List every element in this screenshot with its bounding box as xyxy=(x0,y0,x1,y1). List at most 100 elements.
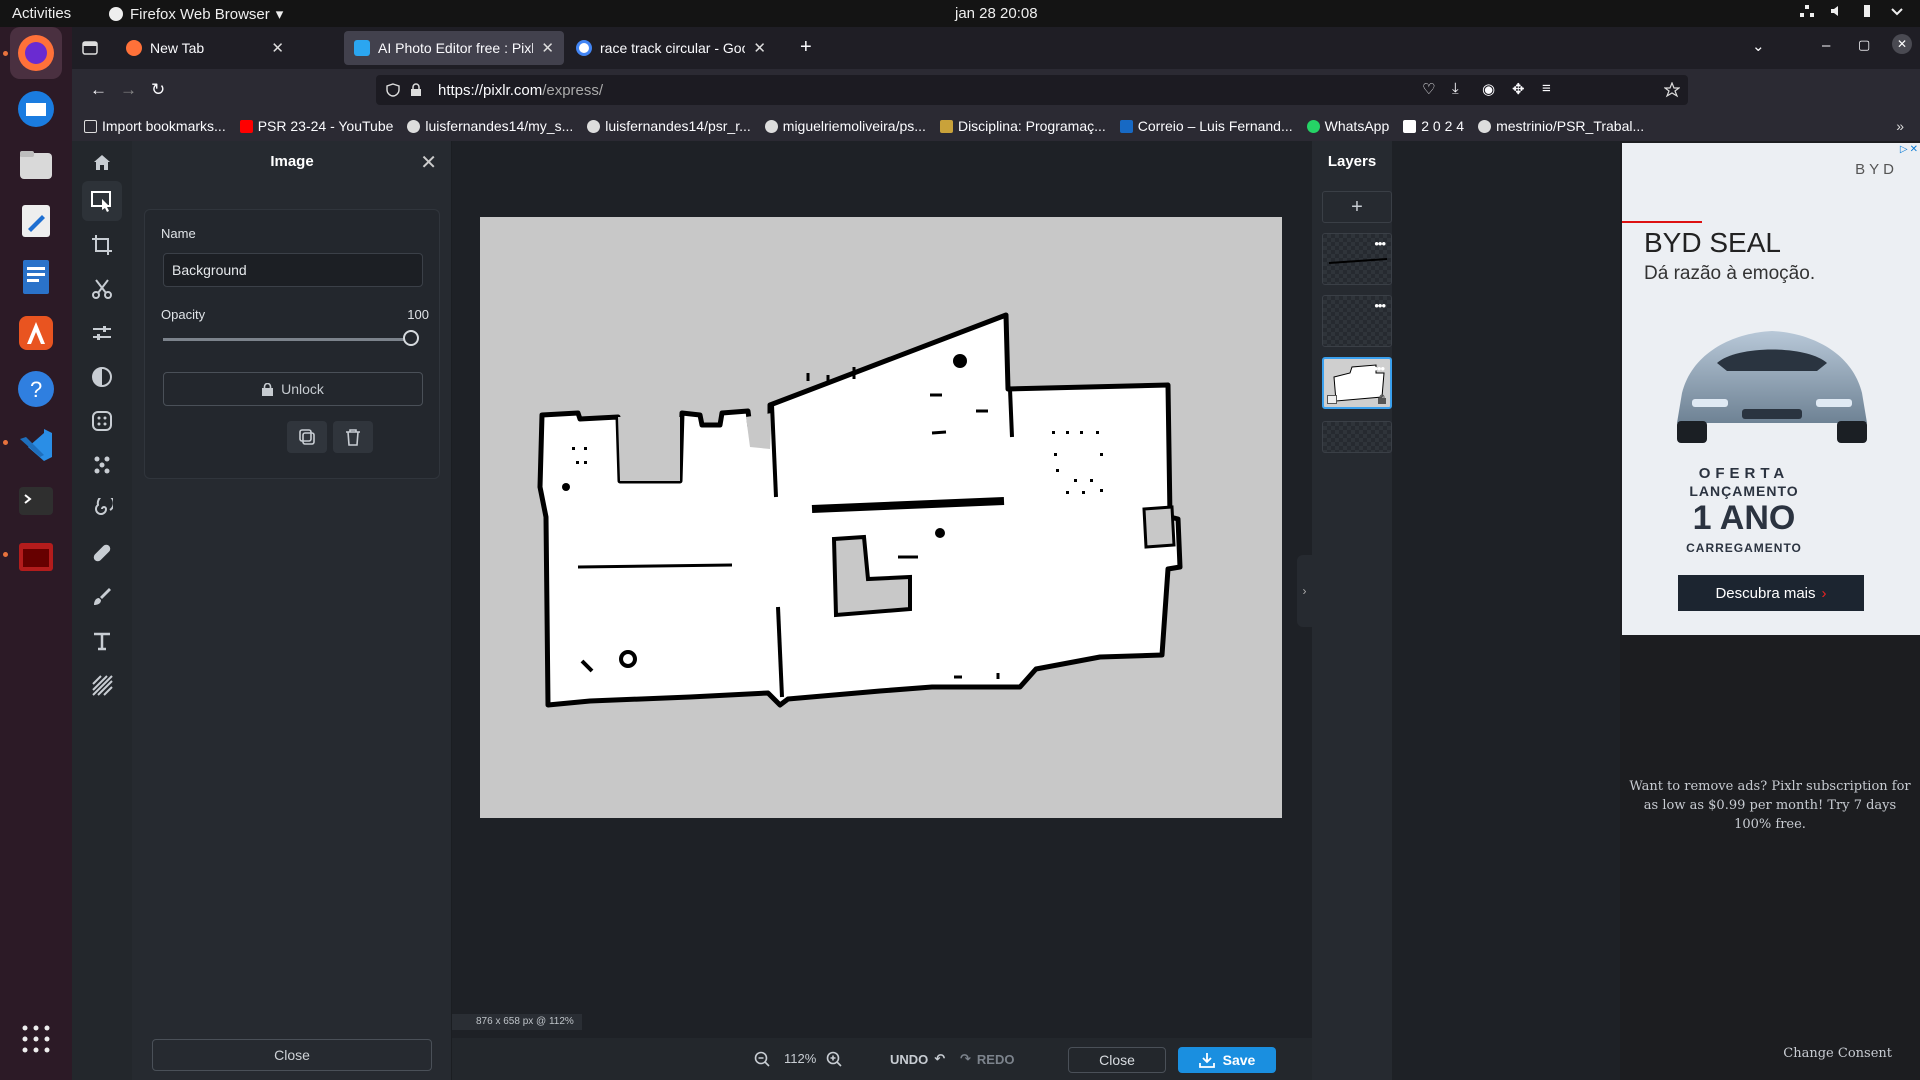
close-button[interactable]: Close xyxy=(1068,1047,1166,1073)
layer-thumbnail[interactable]: ••• xyxy=(1322,295,1392,347)
rviz-dock-icon[interactable] xyxy=(10,531,62,583)
maximize-button[interactable]: ▢ xyxy=(1858,37,1870,53)
more-options-icon[interactable]: ••• xyxy=(1373,361,1385,376)
more-options-icon[interactable]: ••• xyxy=(1374,236,1386,251)
collapse-layers-button[interactable]: › xyxy=(1297,555,1312,627)
undo-button[interactable]: UNDO ↶ xyxy=(890,1051,945,1067)
text-tool[interactable] xyxy=(82,621,122,661)
clock[interactable]: jan 28 20:08 xyxy=(955,5,1038,22)
layer-thumbnail[interactable]: ••• xyxy=(1322,233,1392,285)
system-tray[interactable] xyxy=(1800,4,1904,18)
zoom-out-button[interactable] xyxy=(754,1051,770,1067)
add-layer-button[interactable]: + xyxy=(1322,191,1392,223)
liquify-tool[interactable] xyxy=(82,489,122,529)
bookmark-item[interactable]: mestrinio/PSR_Trabal... xyxy=(1478,118,1644,134)
firefox-view-icon[interactable] xyxy=(82,40,98,56)
layer-name-input[interactable]: Background xyxy=(163,253,423,287)
redo-button[interactable]: ↷ REDO xyxy=(960,1051,1014,1067)
new-tab-button[interactable]: + xyxy=(800,36,812,59)
bookmark-item[interactable]: WhatsApp xyxy=(1306,118,1389,134)
app-center-dock-icon[interactable] xyxy=(10,307,62,359)
close-icon[interactable]: ✕ xyxy=(420,150,437,175)
reload-icon[interactable]: ↻ xyxy=(151,80,165,100)
star-icon[interactable] xyxy=(1664,82,1680,98)
forward-icon[interactable]: → xyxy=(120,80,137,100)
account-icon[interactable]: ◉ xyxy=(1482,80,1495,98)
app-menu[interactable]: Firefox Web Browser ▾ xyxy=(108,5,283,23)
pocket-icon[interactable]: ♡ xyxy=(1422,80,1435,98)
panel-close-button[interactable]: Close xyxy=(152,1039,432,1071)
home-button[interactable] xyxy=(82,143,122,183)
layer-thumbnail-background[interactable]: ••• xyxy=(1322,357,1392,409)
more-options-icon[interactable]: ••• xyxy=(1374,298,1386,313)
filter-tool[interactable] xyxy=(82,357,122,397)
bookmark-item[interactable]: 2 0 2 4 xyxy=(1403,118,1464,134)
opacity-slider-track[interactable] xyxy=(163,338,411,341)
bookmark-item[interactable]: PSR 23-24 - YouTube xyxy=(239,118,393,134)
save-button[interactable]: Save xyxy=(1178,1047,1276,1073)
bandage-icon xyxy=(93,544,111,562)
show-apps-button[interactable] xyxy=(10,1013,62,1065)
delete-layer-button[interactable] xyxy=(333,421,373,453)
draw-tool[interactable] xyxy=(82,577,122,617)
shield-icon[interactable] xyxy=(386,83,400,97)
unlock-button[interactable]: Unlock xyxy=(163,372,423,406)
tab-google[interactable]: race track circular - Google ✕ xyxy=(566,31,776,65)
close-icon[interactable]: ✕ xyxy=(753,39,766,57)
duplicate-layer-button[interactable] xyxy=(287,421,327,453)
text-editor-dock-icon[interactable] xyxy=(10,195,62,247)
activities-button[interactable]: Activities xyxy=(12,5,71,22)
downloads-icon[interactable]: ⤓ xyxy=(1452,80,1459,97)
extensions-icon[interactable]: ✥ xyxy=(1512,80,1525,98)
opacity-slider-knob[interactable] xyxy=(403,330,419,346)
system-top-bar: Activities Firefox Web Browser ▾ jan 28 … xyxy=(0,0,1920,27)
close-window-button[interactable]: ✕ xyxy=(1892,34,1912,54)
bookmark-item[interactable]: Disciplina: Programaç... xyxy=(939,118,1106,134)
bookmark-item[interactable]: Import bookmarks... xyxy=(84,118,226,134)
close-icon[interactable]: ✕ xyxy=(541,39,554,57)
google-icon xyxy=(576,40,592,56)
bookmark-item[interactable]: miguelriemoliveira/ps... xyxy=(764,118,926,134)
zoom-in-button[interactable] xyxy=(826,1051,842,1067)
terminal-dock-icon[interactable] xyxy=(10,475,62,527)
bookmark-item[interactable]: luisfernandes14/psr_r... xyxy=(587,118,751,134)
close-icon[interactable]: ✕ xyxy=(1910,144,1918,155)
more-bookmarks-icon[interactable]: » xyxy=(1896,118,1904,134)
retouch-tool[interactable] xyxy=(82,445,122,485)
undo-icon: ↶ xyxy=(934,1051,946,1066)
pattern-tool[interactable] xyxy=(82,665,122,705)
back-icon[interactable]: ← xyxy=(90,80,107,100)
minimize-button[interactable]: – xyxy=(1822,37,1830,54)
close-icon[interactable]: ✕ xyxy=(271,39,284,57)
thunderbird-dock-icon[interactable] xyxy=(10,83,62,135)
ad-banner[interactable]: ▷ ✕ BYD BYD SEAL Dá razão à emoção. OFER… xyxy=(1622,143,1920,635)
opacity-slider-fill xyxy=(163,338,411,341)
heal-tool[interactable] xyxy=(82,533,122,573)
layer-thumbnail[interactable] xyxy=(1322,421,1392,453)
vscode-dock-icon[interactable] xyxy=(10,419,62,471)
list-all-tabs-icon[interactable]: ⌄ xyxy=(1752,37,1765,55)
dock: ? xyxy=(0,27,72,1080)
cutout-tool[interactable] xyxy=(82,269,122,309)
files-dock-icon[interactable] xyxy=(10,139,62,191)
adjust-tool[interactable] xyxy=(82,313,122,353)
menu-icon[interactable]: ≡ xyxy=(1542,80,1551,97)
image-canvas[interactable] xyxy=(480,217,1282,818)
arrange-tool[interactable] xyxy=(82,181,122,221)
lock-icon[interactable] xyxy=(410,83,422,97)
bookmark-item[interactable]: Correio – Luis Fernand... xyxy=(1119,118,1293,134)
libreoffice-writer-dock-icon[interactable] xyxy=(10,251,62,303)
help-dock-icon[interactable]: ? xyxy=(10,363,62,415)
bookmark-item[interactable]: luisfernandes14/my_s... xyxy=(407,118,573,134)
crop-tool[interactable] xyxy=(82,225,122,265)
ad-choices[interactable]: ▷ ✕ xyxy=(1900,144,1918,155)
tab-new-tab[interactable]: New Tab ✕ xyxy=(116,31,294,65)
ad-cta-button[interactable]: Descubra mais › xyxy=(1678,575,1864,611)
lock-icon xyxy=(262,382,274,396)
change-consent-link[interactable]: Change Consent xyxy=(1783,1046,1892,1061)
remove-ads-text[interactable]: Want to remove ads? Pixlr subscription f… xyxy=(1628,777,1912,834)
zoom-level[interactable]: 112% xyxy=(784,1051,816,1066)
tab-pixlr[interactable]: AI Photo Editor free : Pixlr ✕ xyxy=(344,31,564,65)
firefox-dock-icon[interactable] xyxy=(10,27,62,79)
effect-tool[interactable] xyxy=(82,401,122,441)
